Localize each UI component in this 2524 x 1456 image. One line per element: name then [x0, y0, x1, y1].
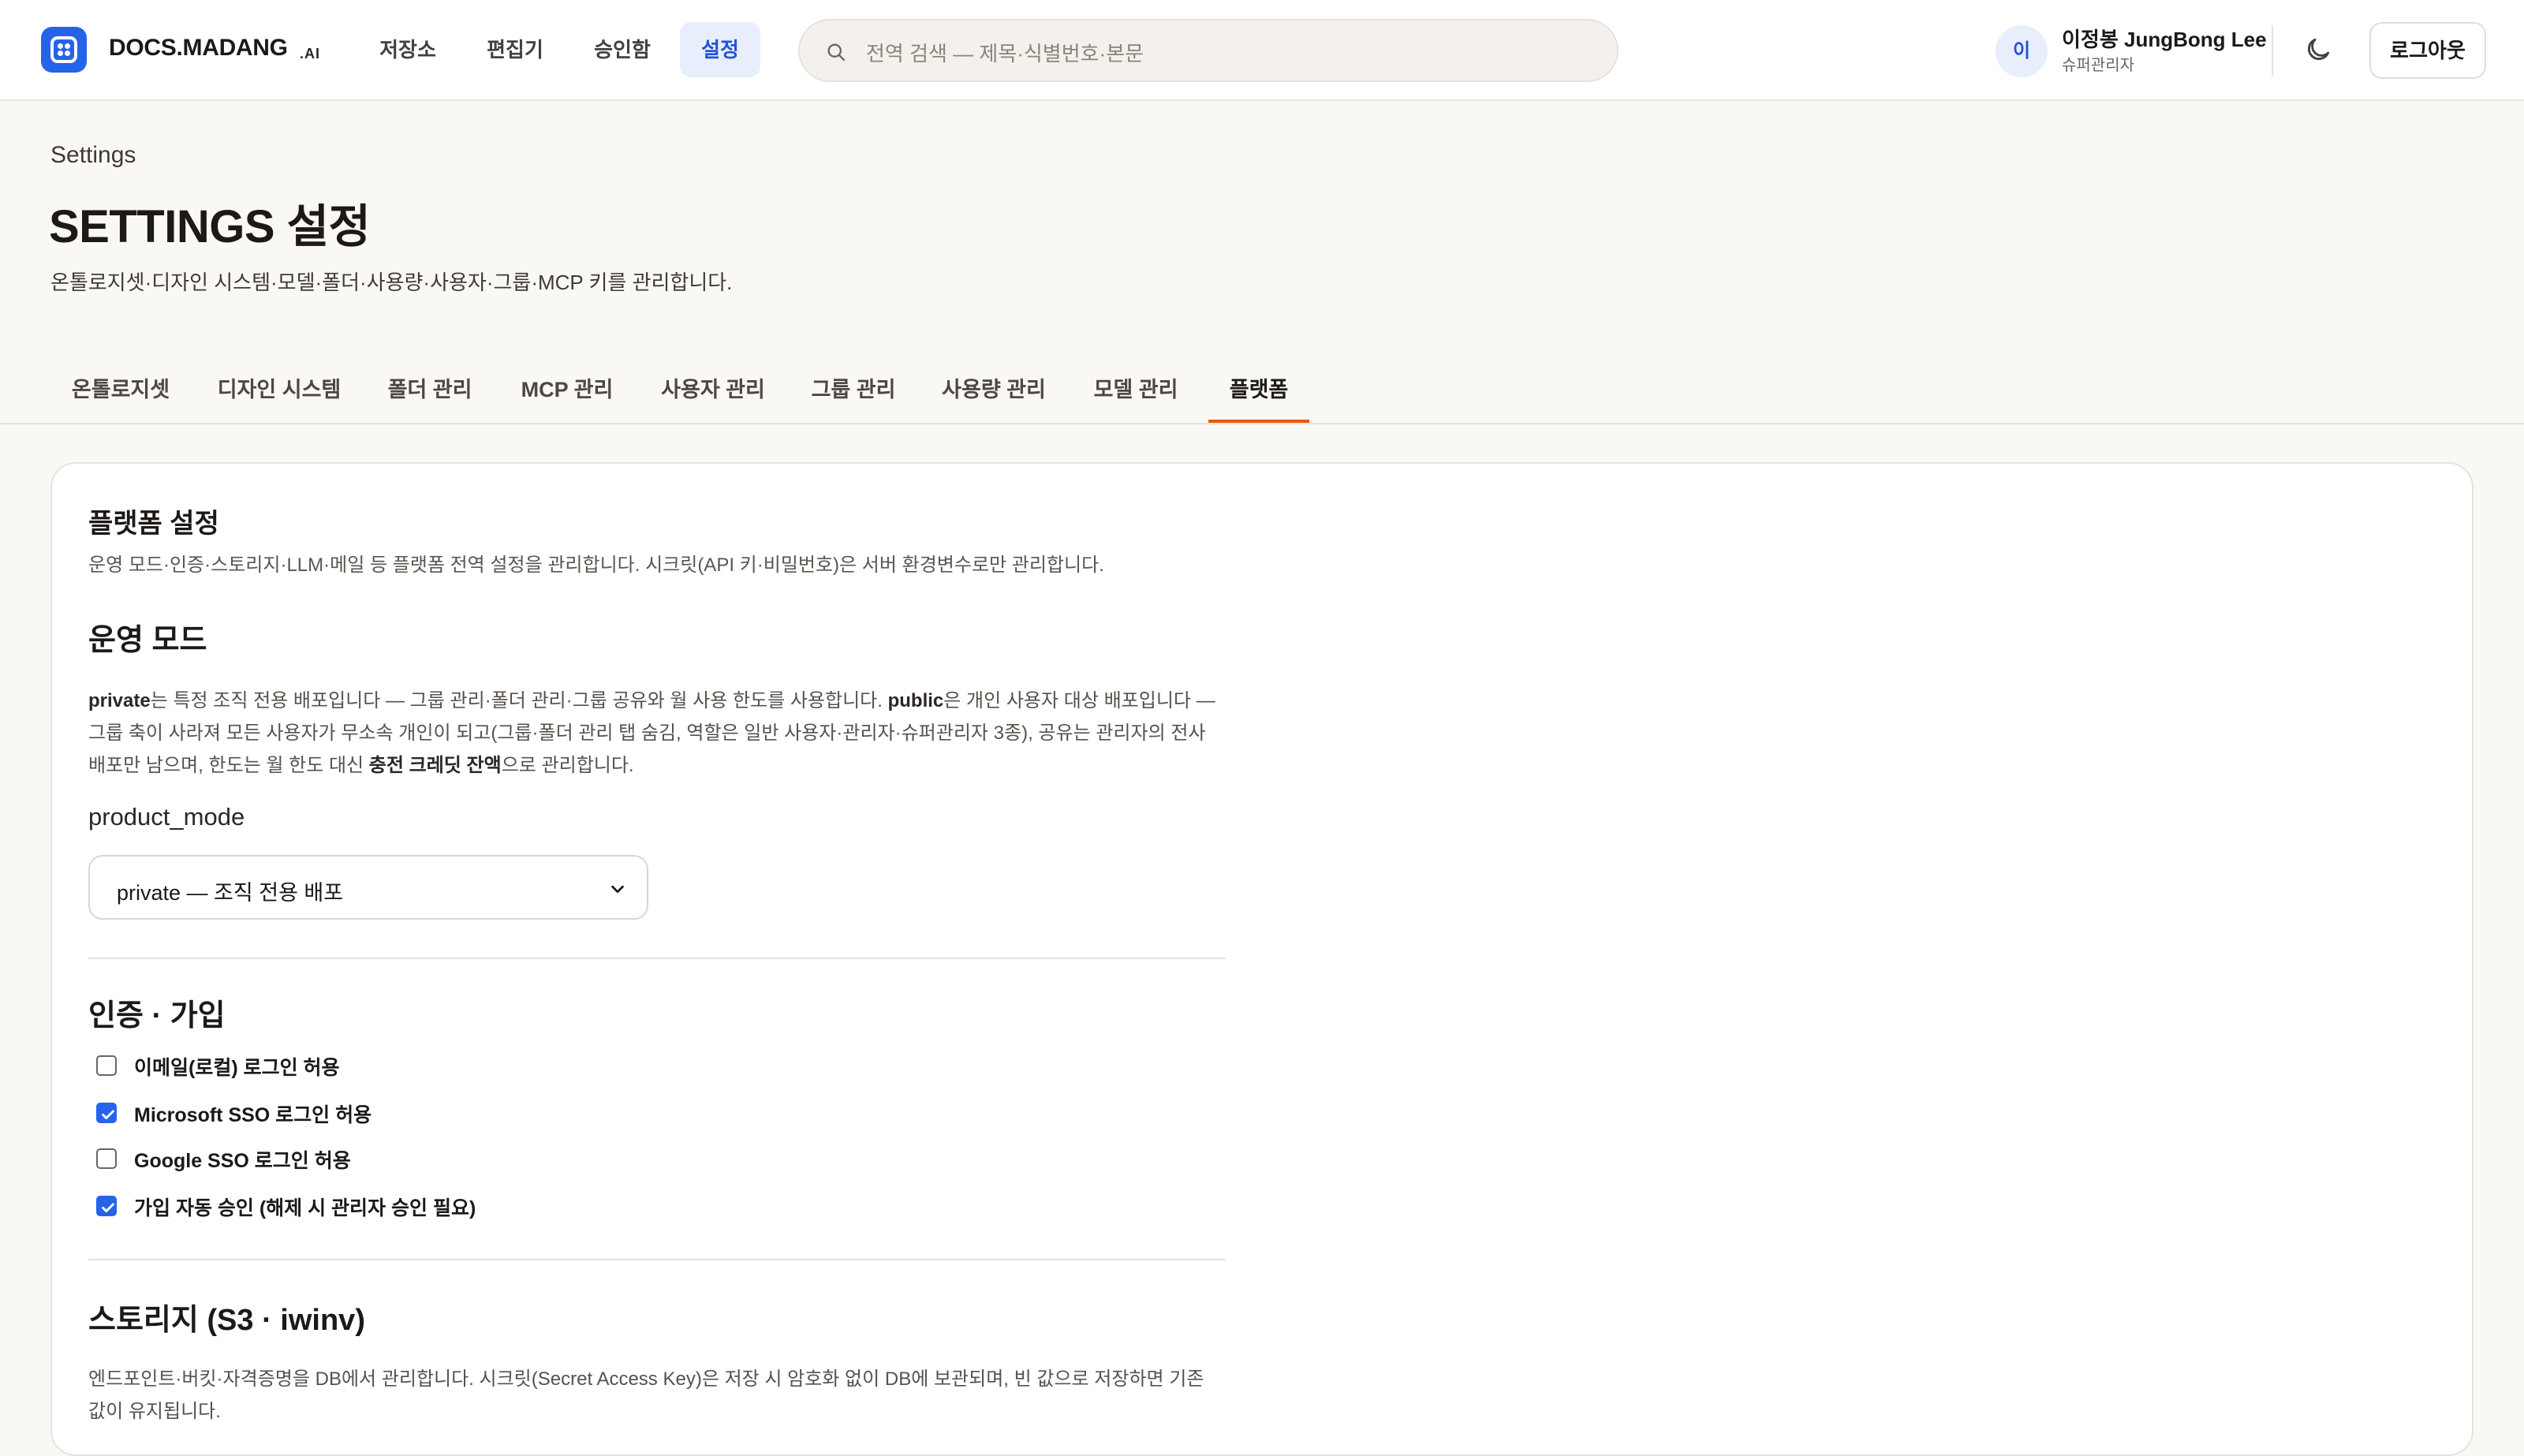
nav-item-approvals[interactable]: 승인함 — [576, 22, 669, 77]
section-title-storage: 스토리지 (S3 · iwinv) — [88, 1304, 365, 1337]
user-role: 슈퍼관리자 — [2062, 57, 2134, 74]
logo-icon[interactable] — [41, 27, 87, 73]
mode-text-end: 으로 관리합니다. — [501, 755, 634, 776]
checkbox[interactable] — [96, 1103, 117, 1123]
section-title-mode: 운영 모드 — [88, 624, 207, 657]
nav-item-repository[interactable]: 저장소 — [361, 22, 454, 77]
mode-text-private: 는 특정 조직 전용 배포입니다 — 그룹 관리·폴더 관리·그룹 공유와 월 … — [150, 690, 888, 711]
top-bar: DOCS.MADANG .AI 저장소 편집기 승인함 설정 전역 검색 — 제… — [0, 0, 2524, 101]
tab-usage-management[interactable]: 사용량 관리 — [940, 371, 1047, 423]
search-input[interactable]: 전역 검색 — 제목·식별번호·본문 — [798, 19, 1619, 82]
search-placeholder: 전역 검색 — 제목·식별번호·본문 — [866, 42, 1144, 65]
checkbox[interactable] — [96, 1196, 117, 1216]
nav-item-settings[interactable]: 설정 — [680, 22, 760, 77]
product-mode-value: private — 조직 전용 배포 — [117, 881, 344, 905]
product-mode-select[interactable]: private — 조직 전용 배포 — [88, 855, 648, 920]
tab-design-system[interactable]: 디자인 시스템 — [215, 371, 344, 423]
tabs-divider — [0, 423, 2524, 424]
divider — [88, 1259, 1226, 1260]
divider — [2272, 25, 2273, 76]
tab-mcp-management[interactable]: MCP 관리 — [517, 371, 617, 423]
checkbox-label: Microsoft SSO 로그인 허용 — [134, 1104, 372, 1126]
section-title-auth: 인증 · 가입 — [88, 999, 226, 1032]
nav-item-editor[interactable]: 편집기 — [469, 22, 562, 77]
logout-button[interactable]: 로그아웃 — [2369, 22, 2486, 79]
check-icon — [102, 1203, 114, 1213]
tab-model-management[interactable]: 모델 관리 — [1092, 371, 1180, 423]
search-icon — [827, 43, 846, 62]
user-name: 이정봉 JungBong Lee — [2062, 28, 2267, 51]
tab-folder-management[interactable]: 폴더 관리 — [385, 371, 475, 423]
tab-ontology-set[interactable]: 온톨로지셋 — [69, 371, 172, 423]
mode-term-private: private — [88, 690, 151, 711]
tab-user-management[interactable]: 사용자 관리 — [659, 371, 767, 423]
mode-term-public: public — [887, 690, 944, 711]
brand-suffix: .AI — [300, 46, 321, 62]
checkbox-label: 이메일(로컬) 로그인 허용 — [134, 1057, 340, 1079]
page-title: SETTINGS 설정 — [49, 201, 371, 252]
checkbox[interactable] — [96, 1148, 117, 1169]
checkbox-label: 가입 자동 승인 (해제 시 관리자 승인 필요) — [134, 1197, 476, 1219]
mode-term-credit: 충전 크레딧 잔액 — [368, 755, 502, 776]
moon-icon[interactable] — [2303, 35, 2333, 65]
breadcrumb: Settings — [50, 142, 136, 168]
card-description: 운영 모드·인증·스토리지·LLM·메일 등 플랫폼 전역 설정을 관리합니다.… — [88, 554, 1104, 576]
platform-settings-card — [50, 462, 2474, 1456]
avatar[interactable]: 이 — [1996, 25, 2048, 77]
mode-description: private는 특정 조직 전용 배포입니다 — 그룹 관리·폴더 관리·그룹… — [88, 685, 1224, 782]
checkbox-label: Google SSO 로그인 허용 — [134, 1150, 351, 1172]
divider — [88, 958, 1226, 959]
chevron-down-icon — [611, 885, 624, 894]
product-mode-label: product_mode — [88, 803, 245, 831]
tab-group-management[interactable]: 그룹 관리 — [809, 371, 898, 423]
check-icon — [102, 1110, 114, 1120]
tab-platform[interactable]: 플랫폼 — [1208, 371, 1309, 423]
checkbox[interactable] — [96, 1055, 117, 1076]
storage-description: 엔드포인트·버킷·자격증명을 DB에서 관리합니다. 시크릿(Secret Ac… — [88, 1368, 1204, 1422]
card-title: 플랫폼 설정 — [88, 509, 219, 539]
brand-name[interactable]: DOCS.MADANG — [109, 35, 288, 62]
page-description: 온톨로지셋·디자인 시스템·모델·폴더·사용량·사용자·그룹·MCP 키를 관리… — [50, 271, 733, 294]
